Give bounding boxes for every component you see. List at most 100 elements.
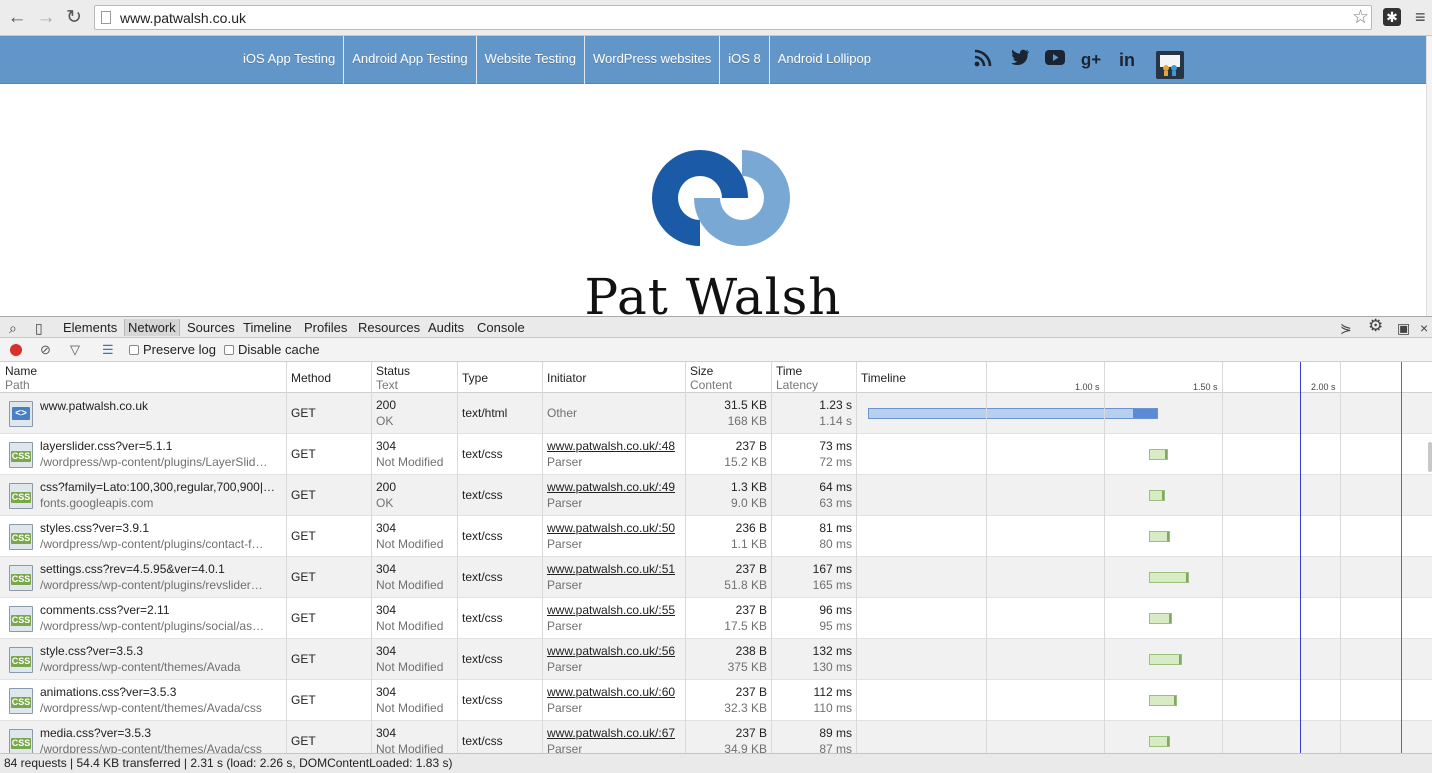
clear-icon[interactable]: ⊘ xyxy=(40,341,51,359)
dock-side-icon[interactable]: ▣ xyxy=(1397,319,1410,337)
tab-resources[interactable]: Resources xyxy=(355,319,423,336)
column-divider[interactable] xyxy=(856,362,857,753)
timeline-bar[interactable] xyxy=(1149,531,1170,542)
rss-icon[interactable] xyxy=(972,49,994,71)
table-row[interactable]: layerslider.css?ver=5.1.1/wordpress/wp-c… xyxy=(0,434,1432,475)
tab-timeline[interactable]: Timeline xyxy=(240,319,295,336)
header-size[interactable]: Size xyxy=(690,364,713,378)
timeline-bar[interactable] xyxy=(1149,490,1165,501)
table-row[interactable]: css?family=Lato:100,300,regular,700,900|… xyxy=(0,475,1432,516)
tab-profiles[interactable]: Profiles xyxy=(301,319,350,336)
timeline-bar[interactable] xyxy=(1149,736,1170,747)
reload-button[interactable]: ↻ xyxy=(63,7,85,29)
tab-sources[interactable]: Sources xyxy=(184,319,238,336)
header-timeline[interactable]: Timeline xyxy=(861,371,906,385)
header-time[interactable]: Time xyxy=(776,364,802,378)
initiator-link[interactable]: www.patwalsh.co.uk/:48 xyxy=(547,439,675,453)
column-divider[interactable] xyxy=(457,362,458,753)
initiator-link[interactable]: www.patwalsh.co.uk/:60 xyxy=(547,685,675,699)
initiator-link[interactable]: www.patwalsh.co.uk/:55 xyxy=(547,603,675,617)
timeline-bar[interactable] xyxy=(1149,572,1189,583)
mime-type: text/css xyxy=(462,652,503,666)
timeline-gridline xyxy=(1340,362,1341,753)
header-initiator[interactable]: Initiator xyxy=(547,371,586,385)
table-scrollbar-thumb[interactable] xyxy=(1428,442,1432,472)
filter-icon[interactable]: ▽ xyxy=(70,341,80,359)
initiator-link[interactable]: www.patwalsh.co.uk/:67 xyxy=(547,726,675,740)
page-scrollbar[interactable] xyxy=(1426,36,1432,316)
mime-type: text/css xyxy=(462,529,503,543)
extension-icon[interactable]: ✱ xyxy=(1383,8,1401,26)
table-row[interactable]: settings.css?rev=4.5.95&ver=4.0.1/wordpr… xyxy=(0,557,1432,598)
device-mode-icon[interactable]: ▯ xyxy=(35,319,43,337)
timeline-bar[interactable] xyxy=(1149,654,1182,665)
tab-elements[interactable]: Elements xyxy=(60,319,120,336)
twitter-icon[interactable] xyxy=(1009,49,1031,71)
header-method[interactable]: Method xyxy=(291,371,331,385)
timeline-bar[interactable] xyxy=(1149,613,1172,624)
back-button[interactable]: ← xyxy=(6,7,28,29)
close-devtools-icon[interactable]: × xyxy=(1420,319,1428,337)
browser-toolbar: ← → ↻ www.patwalsh.co.uk ☆ ✱ ≡ xyxy=(0,0,1432,36)
chrome-menu-icon[interactable]: ≡ xyxy=(1415,8,1426,26)
forward-button[interactable]: → xyxy=(35,7,57,29)
initiator-link[interactable]: www.patwalsh.co.uk/:56 xyxy=(547,644,675,658)
table-row[interactable]: styles.css?ver=3.9.1/wordpress/wp-conten… xyxy=(0,516,1432,557)
site-nav-link[interactable]: WordPress websites xyxy=(585,36,721,84)
settings-gear-icon[interactable]: ⚙ xyxy=(1368,317,1383,335)
slideshare-icon[interactable] xyxy=(1156,51,1184,79)
site-nav-link[interactable]: Website Testing xyxy=(477,36,585,84)
initiator-link[interactable]: www.patwalsh.co.uk/:50 xyxy=(547,521,675,535)
header-status[interactable]: Status xyxy=(376,364,410,378)
initiator-type: Parser xyxy=(547,701,583,715)
content-size: 9.0 KB xyxy=(730,496,767,510)
initiator-link[interactable]: www.patwalsh.co.uk/:51 xyxy=(547,562,675,576)
preserve-log-checkbox[interactable] xyxy=(129,345,139,355)
site-navigation: iOS App Testing Android App Testing Websit… xyxy=(0,36,1426,84)
column-divider[interactable] xyxy=(771,362,772,753)
column-divider[interactable] xyxy=(685,362,686,753)
css-file-icon xyxy=(9,442,33,468)
record-button[interactable] xyxy=(10,344,22,356)
table-row[interactable]: www.patwalsh.co.uk GET 200 OK text/html Other… xyxy=(0,393,1432,434)
site-nav-link[interactable]: Android App Testing xyxy=(344,36,477,84)
site-nav-link[interactable]: iOS 8 xyxy=(720,36,770,84)
transfer-size: 237 B xyxy=(735,685,767,699)
table-row[interactable]: media.css?ver=3.5.3/wordpress/wp-content… xyxy=(0,721,1432,753)
timeline-bar[interactable] xyxy=(868,408,1158,419)
site-nav-link[interactable]: Android Lollipop xyxy=(770,36,879,84)
site-logo[interactable] xyxy=(650,148,792,248)
show-drawer-icon[interactable]: ⋟ xyxy=(1340,319,1352,337)
request-time: 132 ms xyxy=(812,644,852,658)
tab-network[interactable]: Network xyxy=(124,319,180,336)
bookmark-star-icon[interactable]: ☆ xyxy=(1352,6,1369,29)
address-bar[interactable]: www.patwalsh.co.uk ☆ xyxy=(94,5,1372,30)
disable-cache-checkbox[interactable] xyxy=(224,345,234,355)
timeline-bar[interactable] xyxy=(1149,449,1168,460)
table-row[interactable]: style.css?ver=3.5.3/wordpress/wp-content… xyxy=(0,639,1432,680)
column-divider[interactable] xyxy=(286,362,287,753)
linkedin-icon[interactable]: in xyxy=(1116,49,1138,71)
content-size: 375 KB xyxy=(727,660,767,674)
transfer-size: 237 B xyxy=(735,562,767,576)
timeline-gridline xyxy=(986,362,987,753)
request-name: layerslider.css?ver=5.1.1 xyxy=(40,439,173,453)
column-divider[interactable] xyxy=(371,362,372,753)
tab-console[interactable]: Console xyxy=(474,319,528,336)
request-method: GET xyxy=(291,488,316,502)
table-row[interactable]: comments.css?ver=2.11/wordpress/wp-conte… xyxy=(0,598,1432,639)
large-rows-icon[interactable]: ☰ xyxy=(102,341,114,359)
site-nav-link[interactable]: iOS App Testing xyxy=(235,36,345,84)
tab-audits[interactable]: Audits xyxy=(425,319,467,336)
timeline-bar[interactable] xyxy=(1149,695,1177,706)
transfer-size: 31.5 KB xyxy=(724,398,767,412)
initiator-link[interactable]: www.patwalsh.co.uk/:49 xyxy=(547,480,675,494)
header-latency: Latency xyxy=(776,378,819,392)
google-plus-icon[interactable]: g+ xyxy=(1080,49,1102,71)
header-name[interactable]: Name xyxy=(5,364,37,378)
header-type[interactable]: Type xyxy=(462,371,488,385)
youtube-icon[interactable] xyxy=(1044,49,1066,71)
table-row[interactable]: animations.css?ver=3.5.3/wordpress/wp-co… xyxy=(0,680,1432,721)
inspect-search-icon[interactable]: ⌕ xyxy=(9,319,17,337)
column-divider[interactable] xyxy=(542,362,543,753)
